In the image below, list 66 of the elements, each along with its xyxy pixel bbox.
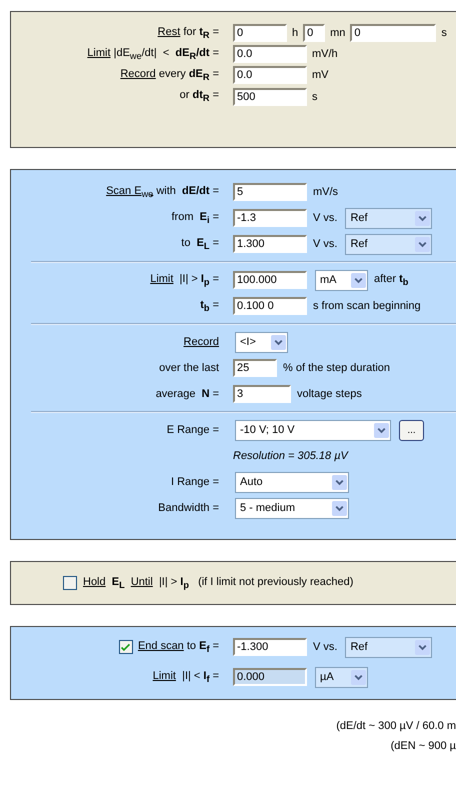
field-label: Limit |dE$_{we}$/dt| < dE$_{R}$/dt = (87, 46, 219, 62)
chevron-down-icon (415, 236, 430, 252)
chevron-down-icon (332, 500, 347, 516)
input-field[interactable]: 25 (233, 359, 277, 378)
unit-label: V vs. (313, 212, 338, 224)
dropdown[interactable]: -10 V; 10 V (235, 420, 391, 441)
unit-label: mV/h (312, 48, 338, 60)
field-label: or dt$_{R}$ = (180, 89, 219, 104)
field-label: E Range = (166, 424, 219, 436)
dropdown[interactable]: 5 - medium (235, 498, 349, 519)
unit-label: s (441, 26, 447, 39)
field-label: Limit |I| > I$_{p}$ = (150, 273, 219, 288)
more-button[interactable]: ... (399, 420, 424, 441)
field-label: Bandwidth = (158, 502, 219, 514)
input-field[interactable]: 0 (350, 24, 436, 42)
input-field[interactable]: 0 (303, 24, 326, 42)
input-field[interactable]: 0.0 (233, 66, 307, 84)
dropdown[interactable]: mA (315, 270, 368, 291)
checkbox[interactable] (63, 576, 77, 590)
input-field[interactable]: -1.3 (233, 209, 307, 228)
estimate-note: (dEN ~ 900 µ (390, 739, 456, 754)
unit-label: V vs. (313, 238, 338, 250)
field-label: End scan to E$_{f}$ = (138, 640, 219, 654)
chevron-down-icon (415, 640, 430, 655)
field-label: Rest for t$_{R}$ = (158, 26, 219, 40)
dropdown[interactable]: <I> (235, 332, 288, 353)
unit-label: mn (330, 26, 346, 39)
unit-label: voltage steps (297, 388, 362, 400)
chevron-down-icon (351, 670, 366, 685)
field-label: Record (184, 336, 219, 348)
unit-label: h (292, 26, 298, 39)
input-field[interactable]: 3 (233, 385, 291, 404)
chevron-down-icon (374, 422, 389, 438)
input-field[interactable]: 500 (233, 88, 307, 106)
unit-label: mV (312, 69, 328, 82)
chevron-down-icon (332, 474, 347, 490)
unit-label: s (312, 90, 318, 102)
unit-label: after t$_{b}$ (374, 273, 408, 288)
chevron-down-icon (271, 334, 286, 350)
input-field[interactable]: 100.000 (233, 271, 307, 290)
field-label: Scan E$_{we}$ with dE/dt = (106, 185, 219, 200)
field-label: Limit |I| < I$_{f}$ = (152, 670, 219, 684)
input-field[interactable]: 0 (233, 24, 287, 42)
estimate-note: (dE/dt ~ 300 µV / 60.0 m (336, 719, 456, 734)
field-label: Record every dE$_{R}$ = (120, 68, 219, 82)
input-field[interactable]: 0.0 (233, 45, 307, 63)
input-field[interactable]: 0.100 0 (233, 297, 307, 316)
unit-label: V vs. (313, 641, 338, 654)
field-label: to E$_{L}$ = (181, 237, 219, 252)
input-field[interactable]: 5 (233, 183, 307, 202)
chevron-down-icon (351, 272, 366, 288)
checkbox[interactable] (118, 640, 133, 654)
field-label: t$_{b}$ = (200, 299, 219, 314)
chevron-down-icon (415, 210, 430, 226)
field-label: from E$_{i}$ = (172, 211, 219, 226)
dropdown[interactable]: Auto (235, 472, 349, 493)
hold-label: Hold E$_{L}$ Until |I| > I$_{p}$ (if I limit not previously reached) (83, 576, 354, 590)
unit-label: mV/s (313, 186, 338, 198)
unit-label: % of the step duration (283, 362, 390, 374)
input-field[interactable]: 1.300 (233, 235, 307, 254)
field-label: I Range = (170, 476, 219, 488)
input-field[interactable]: -1.300 (233, 638, 307, 656)
unit-label: s from scan beginning (313, 300, 421, 312)
field-label: over the last (159, 362, 219, 374)
field-label: average N = (156, 388, 219, 400)
resolution-note: Resolution = 305.18 µV (233, 450, 348, 462)
